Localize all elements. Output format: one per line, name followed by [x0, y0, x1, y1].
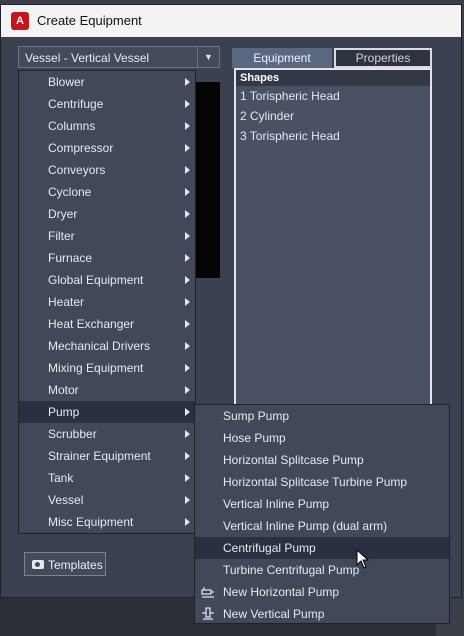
autocad-app-icon: A: [11, 12, 29, 30]
chevron-right-icon: [185, 210, 190, 218]
submenu-item-new-vertical-pump[interactable]: New Vertical Pump: [195, 603, 449, 625]
tab-equipment[interactable]: Equipment: [232, 48, 332, 68]
menu-item-label: Mechanical Drivers: [48, 339, 151, 353]
camera-icon: [32, 560, 44, 569]
menu-item-label: Motor: [48, 383, 79, 397]
window-title: Create Equipment: [37, 13, 142, 28]
submenu-item-centrifugal-pump[interactable]: Centrifugal Pump: [195, 537, 449, 559]
menu-item-label: Global Equipment: [48, 273, 144, 287]
submenu-item-label: New Horizontal Pump: [223, 585, 340, 599]
submenu-item-sump-pump[interactable]: Sump Pump: [195, 405, 449, 427]
submenu-item-horizontal-splitcase-pump[interactable]: Horizontal Splitcase Pump: [195, 449, 449, 471]
menu-item-global-equipment[interactable]: Global Equipment: [19, 269, 195, 291]
horizontal-pump-icon: [201, 587, 214, 598]
chevron-right-icon: [185, 100, 190, 108]
menu-item-label: Compressor: [48, 141, 114, 155]
chevron-right-icon: [185, 232, 190, 240]
chevron-right-icon: [185, 254, 190, 262]
menu-item-label: Conveyors: [48, 163, 106, 177]
menu-item-heat-exchanger[interactable]: Heat Exchanger: [19, 313, 195, 335]
title-bar: A Create Equipment: [1, 5, 461, 37]
menu-item-label: Columns: [48, 119, 96, 133]
shapes-header: Shapes: [236, 70, 430, 86]
menu-item-mechanical-drivers[interactable]: Mechanical Drivers: [19, 335, 195, 357]
menu-item-tank[interactable]: Tank: [19, 467, 195, 489]
chevron-right-icon: [185, 122, 190, 130]
submenu-item-hose-pump[interactable]: Hose Pump: [195, 427, 449, 449]
menu-item-columns[interactable]: Columns: [19, 115, 195, 137]
mouse-cursor-icon: [356, 549, 370, 569]
menu-item-label: Vessel: [48, 493, 84, 507]
chevron-right-icon: [185, 364, 190, 372]
chevron-right-icon: [185, 166, 190, 174]
menu-item-strainer-equipment[interactable]: Strainer Equipment: [19, 445, 195, 467]
menu-item-label: Tank: [48, 471, 74, 485]
equipment-type-value: Vessel - Vertical Vessel: [25, 51, 150, 65]
menu-item-label: Filter: [48, 229, 75, 243]
menu-item-label: Heater: [48, 295, 85, 309]
equipment-category-menu: Blower Centrifuge Columns Compressor Con…: [18, 70, 196, 534]
menu-item-label: Scrubber: [48, 427, 97, 441]
submenu-item-horizontal-splitcase-turbine-pump[interactable]: Horizontal Splitcase Turbine Pump: [195, 471, 449, 493]
menu-item-scrubber[interactable]: Scrubber: [19, 423, 195, 445]
menu-item-heater[interactable]: Heater: [19, 291, 195, 313]
pump-submenu: Sump Pump Hose Pump Horizontal Splitcase…: [194, 404, 450, 624]
chevron-right-icon: [185, 430, 190, 438]
vertical-pump-icon: [202, 607, 214, 620]
menu-item-label: Blower: [48, 75, 85, 89]
chevron-right-icon: [185, 144, 190, 152]
submenu-item-new-horizontal-pump[interactable]: New Horizontal Pump: [195, 581, 449, 603]
menu-item-conveyors[interactable]: Conveyors: [19, 159, 195, 181]
tab-properties[interactable]: Properties: [334, 48, 432, 68]
menu-item-label: Mixing Equipment: [48, 361, 144, 375]
chevron-right-icon: [185, 188, 190, 196]
shape-item[interactable]: 2 Cylinder: [236, 106, 430, 126]
shape-item[interactable]: 1 Torispheric Head: [236, 86, 430, 106]
menu-item-blower[interactable]: Blower: [19, 71, 195, 93]
submenu-item-label: New Vertical Pump: [223, 607, 325, 621]
chevron-right-icon: [185, 298, 190, 306]
shape-item[interactable]: 3 Torispheric Head: [236, 126, 430, 146]
tab-bar: Equipment Properties: [232, 48, 432, 68]
chevron-right-icon: [185, 342, 190, 350]
submenu-item-turbine-centrifugal-pump[interactable]: Turbine Centrifugal Pump: [195, 559, 449, 581]
menu-item-cyclone[interactable]: Cyclone: [19, 181, 195, 203]
menu-item-label: Heat Exchanger: [48, 317, 135, 331]
submenu-item-vertical-inline-pump-dual-arm[interactable]: Vertical Inline Pump (dual arm): [195, 515, 449, 537]
menu-item-label: Dryer: [48, 207, 78, 221]
templates-button[interactable]: Templates: [24, 552, 106, 576]
menu-item-misc-equipment[interactable]: Misc Equipment: [19, 511, 195, 533]
menu-item-label: Pump: [48, 405, 80, 419]
shapes-list: Shapes 1 Torispheric Head 2 Cylinder 3 T…: [234, 68, 432, 428]
menu-item-filter[interactable]: Filter: [19, 225, 195, 247]
chevron-right-icon: [185, 78, 190, 86]
menu-item-dryer[interactable]: Dryer: [19, 203, 195, 225]
menu-item-pump[interactable]: Pump: [19, 401, 195, 423]
menu-item-label: Centrifuge: [48, 97, 104, 111]
menu-item-label: Misc Equipment: [48, 515, 134, 529]
chevron-right-icon: [185, 452, 190, 460]
preview-area: [196, 82, 220, 278]
menu-item-centrifuge[interactable]: Centrifuge: [19, 93, 195, 115]
menu-item-label: Strainer Equipment: [48, 449, 151, 463]
menu-item-vessel[interactable]: Vessel: [19, 489, 195, 511]
menu-item-label: Cyclone: [48, 185, 92, 199]
menu-item-motor[interactable]: Motor: [19, 379, 195, 401]
equipment-type-select[interactable]: Vessel - Vertical Vessel ▼: [18, 46, 220, 68]
chevron-right-icon: [185, 474, 190, 482]
chevron-right-icon: [185, 386, 190, 394]
chevron-right-icon: [185, 276, 190, 284]
chevron-right-icon: [185, 518, 190, 526]
menu-item-label: Furnace: [48, 251, 93, 265]
menu-item-mixing-equipment[interactable]: Mixing Equipment: [19, 357, 195, 379]
chevron-right-icon: [185, 320, 190, 328]
templates-button-label: Templates: [48, 558, 103, 572]
menu-item-furnace[interactable]: Furnace: [19, 247, 195, 269]
chevron-right-icon: [185, 408, 190, 416]
submenu-item-vertical-inline-pump[interactable]: Vertical Inline Pump: [195, 493, 449, 515]
chevron-down-icon[interactable]: ▼: [197, 47, 219, 67]
menu-item-compressor[interactable]: Compressor: [19, 137, 195, 159]
chevron-right-icon: [185, 496, 190, 504]
